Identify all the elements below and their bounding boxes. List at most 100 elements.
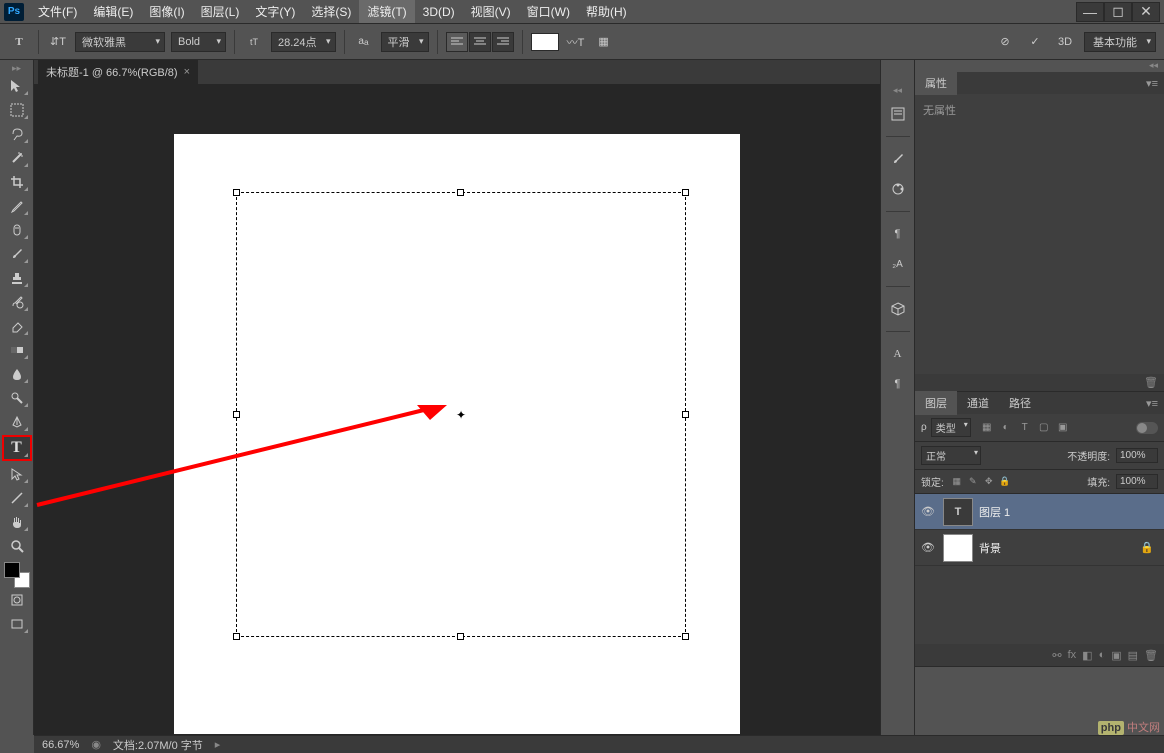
color-picker[interactable] bbox=[4, 562, 30, 588]
pen-tool[interactable] bbox=[4, 411, 30, 433]
eyedropper-tool[interactable] bbox=[4, 195, 30, 217]
layer-row[interactable]: 👁 背景 🔒 bbox=[915, 530, 1164, 566]
filter-shape-icon[interactable]: ▢ bbox=[1036, 420, 1052, 436]
lock-transparent-icon[interactable]: ▦ bbox=[950, 475, 964, 489]
handle-bottom-center[interactable] bbox=[457, 633, 464, 640]
marquee-tool[interactable] bbox=[4, 99, 30, 121]
blend-mode-dropdown[interactable]: 正常 bbox=[921, 446, 981, 465]
menu-filter[interactable]: 滤镜(T) bbox=[359, 0, 414, 23]
dodge-tool[interactable] bbox=[4, 387, 30, 409]
lasso-tool[interactable] bbox=[4, 123, 30, 145]
menu-file[interactable]: 文件(F) bbox=[30, 0, 85, 23]
tab-layers[interactable]: 图层 bbox=[915, 391, 957, 415]
history-brush-tool[interactable] bbox=[4, 291, 30, 313]
handle-bottom-right[interactable] bbox=[682, 633, 689, 640]
stamp-tool[interactable] bbox=[4, 267, 30, 289]
menu-select[interactable]: 选择(S) bbox=[303, 0, 359, 23]
text-color-swatch[interactable] bbox=[531, 33, 559, 51]
menu-help[interactable]: 帮助(H) bbox=[578, 0, 635, 23]
text-bounding-box[interactable]: ✦ bbox=[236, 192, 686, 637]
font-size-dropdown[interactable]: 28.24点 bbox=[271, 32, 336, 52]
quick-mask-tool[interactable] bbox=[4, 589, 30, 611]
close-icon[interactable]: × bbox=[184, 66, 190, 78]
cube-panel-icon[interactable] bbox=[886, 297, 910, 321]
handle-top-center[interactable] bbox=[457, 189, 464, 196]
zoom-level[interactable]: 66.67% bbox=[42, 739, 79, 751]
status-icon[interactable]: ◉ bbox=[91, 738, 101, 751]
delete-layer-icon[interactable]: 🗑 bbox=[1144, 649, 1158, 662]
filter-toggle[interactable] bbox=[1136, 422, 1158, 434]
crop-tool[interactable] bbox=[4, 171, 30, 193]
type-tool[interactable]: T bbox=[2, 435, 32, 461]
lock-position-icon[interactable]: ✥ bbox=[982, 475, 996, 489]
swatches-panel-icon[interactable] bbox=[886, 177, 910, 201]
type-panel-icon[interactable]: A bbox=[886, 342, 910, 366]
filter-type-icon[interactable]: T bbox=[1017, 420, 1033, 436]
handle-middle-left[interactable] bbox=[233, 411, 240, 418]
handle-top-right[interactable] bbox=[682, 189, 689, 196]
commit-icon[interactable]: ✓ bbox=[1024, 31, 1046, 53]
history-panel-icon[interactable] bbox=[886, 102, 910, 126]
character-panel-icon-2[interactable]: ₂A bbox=[886, 252, 910, 276]
path-selection-tool[interactable] bbox=[4, 463, 30, 485]
tab-paths[interactable]: 路径 bbox=[999, 391, 1041, 415]
layer-name[interactable]: 图层 1 bbox=[979, 504, 1160, 520]
visibility-toggle-icon[interactable]: 👁 bbox=[919, 541, 937, 554]
filter-adjustment-icon[interactable]: ◐ bbox=[998, 420, 1014, 436]
brush-tool[interactable] bbox=[4, 243, 30, 265]
status-arrow-icon[interactable]: ▸ bbox=[215, 738, 221, 751]
doc-info[interactable]: 文档:2.07M/0 字节 bbox=[113, 737, 203, 753]
new-layer-icon[interactable]: ▤ bbox=[1128, 649, 1138, 662]
handle-bottom-left[interactable] bbox=[233, 633, 240, 640]
zoom-tool[interactable] bbox=[4, 535, 30, 557]
antialiasing-dropdown[interactable]: 平滑 bbox=[381, 32, 429, 52]
handle-top-left[interactable] bbox=[233, 189, 240, 196]
paragraph-panel-icon-2[interactable]: ¶ bbox=[886, 372, 910, 396]
layer-group-icon[interactable]: ▣ bbox=[1111, 649, 1121, 662]
right-toolbar-collapse-icon[interactable]: ◂◂ bbox=[881, 84, 914, 96]
cancel-icon[interactable]: ⊘ bbox=[994, 31, 1016, 53]
warp-text-icon[interactable]: 〰T bbox=[565, 31, 587, 53]
panel-menu-icon[interactable]: ▾≡ bbox=[1140, 77, 1164, 90]
menu-image[interactable]: 图像(I) bbox=[141, 0, 192, 23]
tab-channels[interactable]: 通道 bbox=[957, 391, 999, 415]
filter-smart-icon[interactable]: ▣ bbox=[1055, 420, 1071, 436]
maximize-button[interactable]: ◻ bbox=[1104, 2, 1132, 22]
move-tool[interactable] bbox=[4, 75, 30, 97]
layer-fx-icon[interactable]: fx bbox=[1068, 649, 1077, 661]
opacity-input[interactable]: 100% bbox=[1116, 448, 1158, 463]
canvas-viewport[interactable]: ✦ bbox=[34, 84, 880, 735]
3d-icon[interactable]: 3D bbox=[1054, 31, 1076, 53]
link-layers-icon[interactable]: ⚯ bbox=[1052, 649, 1061, 662]
layer-thumbnail[interactable]: T bbox=[943, 498, 973, 526]
screen-mode-tool[interactable] bbox=[4, 613, 30, 635]
align-right-button[interactable] bbox=[492, 32, 514, 52]
gradient-tool[interactable] bbox=[4, 339, 30, 361]
shape-tool[interactable] bbox=[4, 487, 30, 509]
adjustment-layer-icon[interactable]: ◐ bbox=[1099, 649, 1106, 661]
font-family-dropdown[interactable]: 微软雅黑 bbox=[75, 32, 165, 52]
visibility-toggle-icon[interactable]: 👁 bbox=[919, 505, 937, 518]
character-panel-icon[interactable]: ▦ bbox=[593, 31, 615, 53]
magic-wand-tool[interactable] bbox=[4, 147, 30, 169]
filter-type-dropdown[interactable]: 类型 bbox=[931, 418, 971, 437]
healing-tool[interactable] bbox=[4, 219, 30, 241]
layer-row[interactable]: 👁 T 图层 1 bbox=[915, 494, 1164, 530]
menu-view[interactable]: 视图(V) bbox=[463, 0, 519, 23]
menu-edit[interactable]: 编辑(E) bbox=[85, 0, 141, 23]
paragraph-panel-icon[interactable]: ¶ bbox=[886, 222, 910, 246]
align-left-button[interactable] bbox=[446, 32, 468, 52]
orientation-toggle-icon[interactable]: ⇵T bbox=[47, 31, 69, 53]
filter-pixel-icon[interactable]: ▦ bbox=[979, 420, 995, 436]
toolbar-collapse-icon[interactable]: ▸▸ bbox=[0, 62, 33, 74]
lock-all-icon[interactable]: 🔒 bbox=[998, 475, 1012, 489]
align-center-button[interactable] bbox=[469, 32, 491, 52]
menu-window[interactable]: 窗口(W) bbox=[519, 0, 578, 23]
tool-preset-icon[interactable]: T bbox=[8, 31, 30, 53]
foreground-color[interactable] bbox=[4, 562, 20, 578]
menu-layer[interactable]: 图层(L) bbox=[193, 0, 248, 23]
trash-icon[interactable]: 🗑 bbox=[1144, 377, 1158, 389]
brush-panel-icon[interactable] bbox=[886, 147, 910, 171]
layer-mask-icon[interactable]: ◧ bbox=[1082, 649, 1092, 662]
canvas[interactable]: ✦ bbox=[174, 134, 740, 734]
